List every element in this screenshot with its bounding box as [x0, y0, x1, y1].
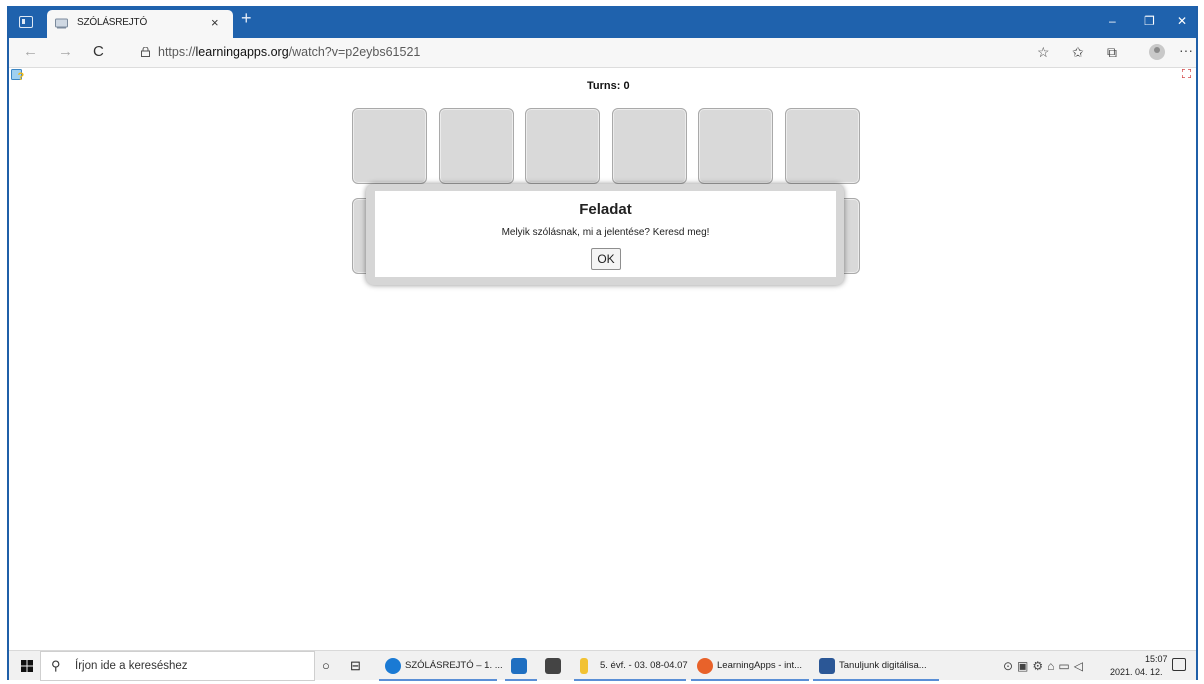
dialog-message: Melyik szólásnak, mi a jelentése? Keresd… — [501, 227, 710, 238]
browser-titlebar: SZÓLÁSREJTÓ × + – ❐ ✕ — [9, 6, 1196, 38]
url-host: learningapps.org — [195, 45, 289, 59]
turns-counter: Turns: 0 — [587, 80, 630, 92]
memory-card[interactable] — [698, 108, 773, 184]
clock-time[interactable]: 15:07 — [1145, 654, 1168, 664]
calculator-icon — [545, 658, 561, 674]
window-border-right — [1196, 6, 1198, 680]
dialog-title: Feladat — [579, 201, 632, 218]
forward-button[interactable]: → — [58, 43, 73, 60]
dialog-body: Feladat Melyik szólásnak, mi a jelentése… — [375, 191, 836, 277]
ok-button[interactable]: OK — [591, 248, 621, 270]
help-icon[interactable]: ? — [11, 69, 24, 82]
notifications-icon[interactable] — [1172, 658, 1186, 671]
browser-tab[interactable]: SZÓLÁSREJTÓ × — [47, 10, 233, 38]
edge-icon — [385, 658, 401, 674]
memory-card[interactable] — [439, 108, 514, 184]
taskbar-app-firefox[interactable]: LearningApps - int... — [691, 651, 809, 681]
memory-card[interactable] — [612, 108, 687, 184]
search-placeholder: Írjon ide a kereséshez — [75, 660, 188, 672]
close-window-button[interactable]: ✕ — [1177, 14, 1187, 28]
firefox-icon — [697, 658, 713, 674]
page-content: ? Turns: 0 — [9, 68, 1196, 650]
taskbar-app-word[interactable]: Tanuljunk digitálisa... — [813, 651, 939, 681]
url-path: /watch?v=p2eybs61521 — [288, 45, 421, 59]
clock-date[interactable]: 2021. 04. 12. — [1110, 667, 1163, 677]
learningapps-favicon-icon — [55, 18, 68, 29]
tab-title: SZÓLÁSREJTÓ — [77, 17, 148, 28]
memory-card[interactable] — [352, 108, 427, 184]
favorites-icon[interactable]: ✩ — [1072, 44, 1084, 61]
word-icon — [819, 658, 835, 674]
fullscreen-icon[interactable] — [1182, 69, 1191, 78]
lock-icon[interactable] — [141, 47, 150, 57]
system-tray-icons[interactable]: ⊙▣⚙⌂▭◁ — [1003, 659, 1087, 673]
taskbar-app-label: 5. évf. - 03. 08-04.07 — [600, 660, 688, 671]
task-dialog: Feladat Melyik szólásnak, mi a jelentése… — [366, 184, 844, 285]
taskbar-app-label: Tanuljunk digitálisa... — [839, 660, 927, 671]
back-button[interactable]: ← — [23, 43, 38, 60]
taskbar-app-edge[interactable]: SZÓLÁSREJTÓ – 1. ... — [379, 651, 503, 681]
url-field[interactable]: https://learningapps.org/watch?v=p2eybs6… — [158, 45, 420, 59]
windows-start-icon[interactable] — [21, 660, 33, 672]
taskbar-app-calculator[interactable] — [539, 651, 571, 681]
address-bar: ← → C https://learningapps.org/watch?v=p… — [9, 38, 1196, 68]
task-view-icon[interactable]: ⊟ — [350, 658, 361, 674]
search-icon: ⚲ — [51, 658, 61, 673]
taskbar-search-input[interactable]: ⚲ Írjon ide a kereséshez — [40, 651, 315, 681]
taskbar-app-label: LearningApps - int... — [717, 660, 803, 671]
cortana-icon[interactable]: ○ — [322, 658, 330, 673]
profile-icon[interactable] — [1149, 44, 1165, 60]
tab-actions-icon[interactable] — [19, 16, 33, 28]
windows-taskbar: ⚲ Írjon ide a kereséshez ○ ⊟ SZÓLÁSREJTÓ… — [9, 650, 1196, 681]
memory-card[interactable] — [525, 108, 600, 184]
more-icon[interactable]: ··· — [1179, 42, 1193, 58]
memory-card[interactable] — [785, 108, 860, 184]
taskbar-app-mail[interactable] — [505, 651, 537, 681]
minimize-button[interactable]: – — [1109, 14, 1116, 28]
mail-icon — [511, 658, 527, 674]
taskbar-app-label: SZÓLÁSREJTÓ – 1. ... — [405, 660, 503, 671]
svg-text:?: ? — [18, 71, 25, 82]
favorites-add-icon[interactable]: ☆ — [1037, 44, 1050, 61]
tab-close-icon[interactable]: × — [211, 15, 219, 30]
taskbar-app-folder[interactable]: 5. évf. - 03. 08-04.07 — [574, 651, 688, 681]
restore-button[interactable]: ❐ — [1144, 14, 1155, 28]
refresh-button[interactable]: C — [93, 43, 104, 60]
new-tab-button[interactable]: + — [241, 8, 252, 29]
screen: SZÓLÁSREJTÓ × + – ❐ ✕ ← → C https://lear… — [0, 0, 1204, 684]
url-prefix: https:// — [158, 45, 196, 59]
folder-icon — [580, 658, 588, 674]
collections-icon[interactable]: ⧉ — [1107, 44, 1117, 61]
